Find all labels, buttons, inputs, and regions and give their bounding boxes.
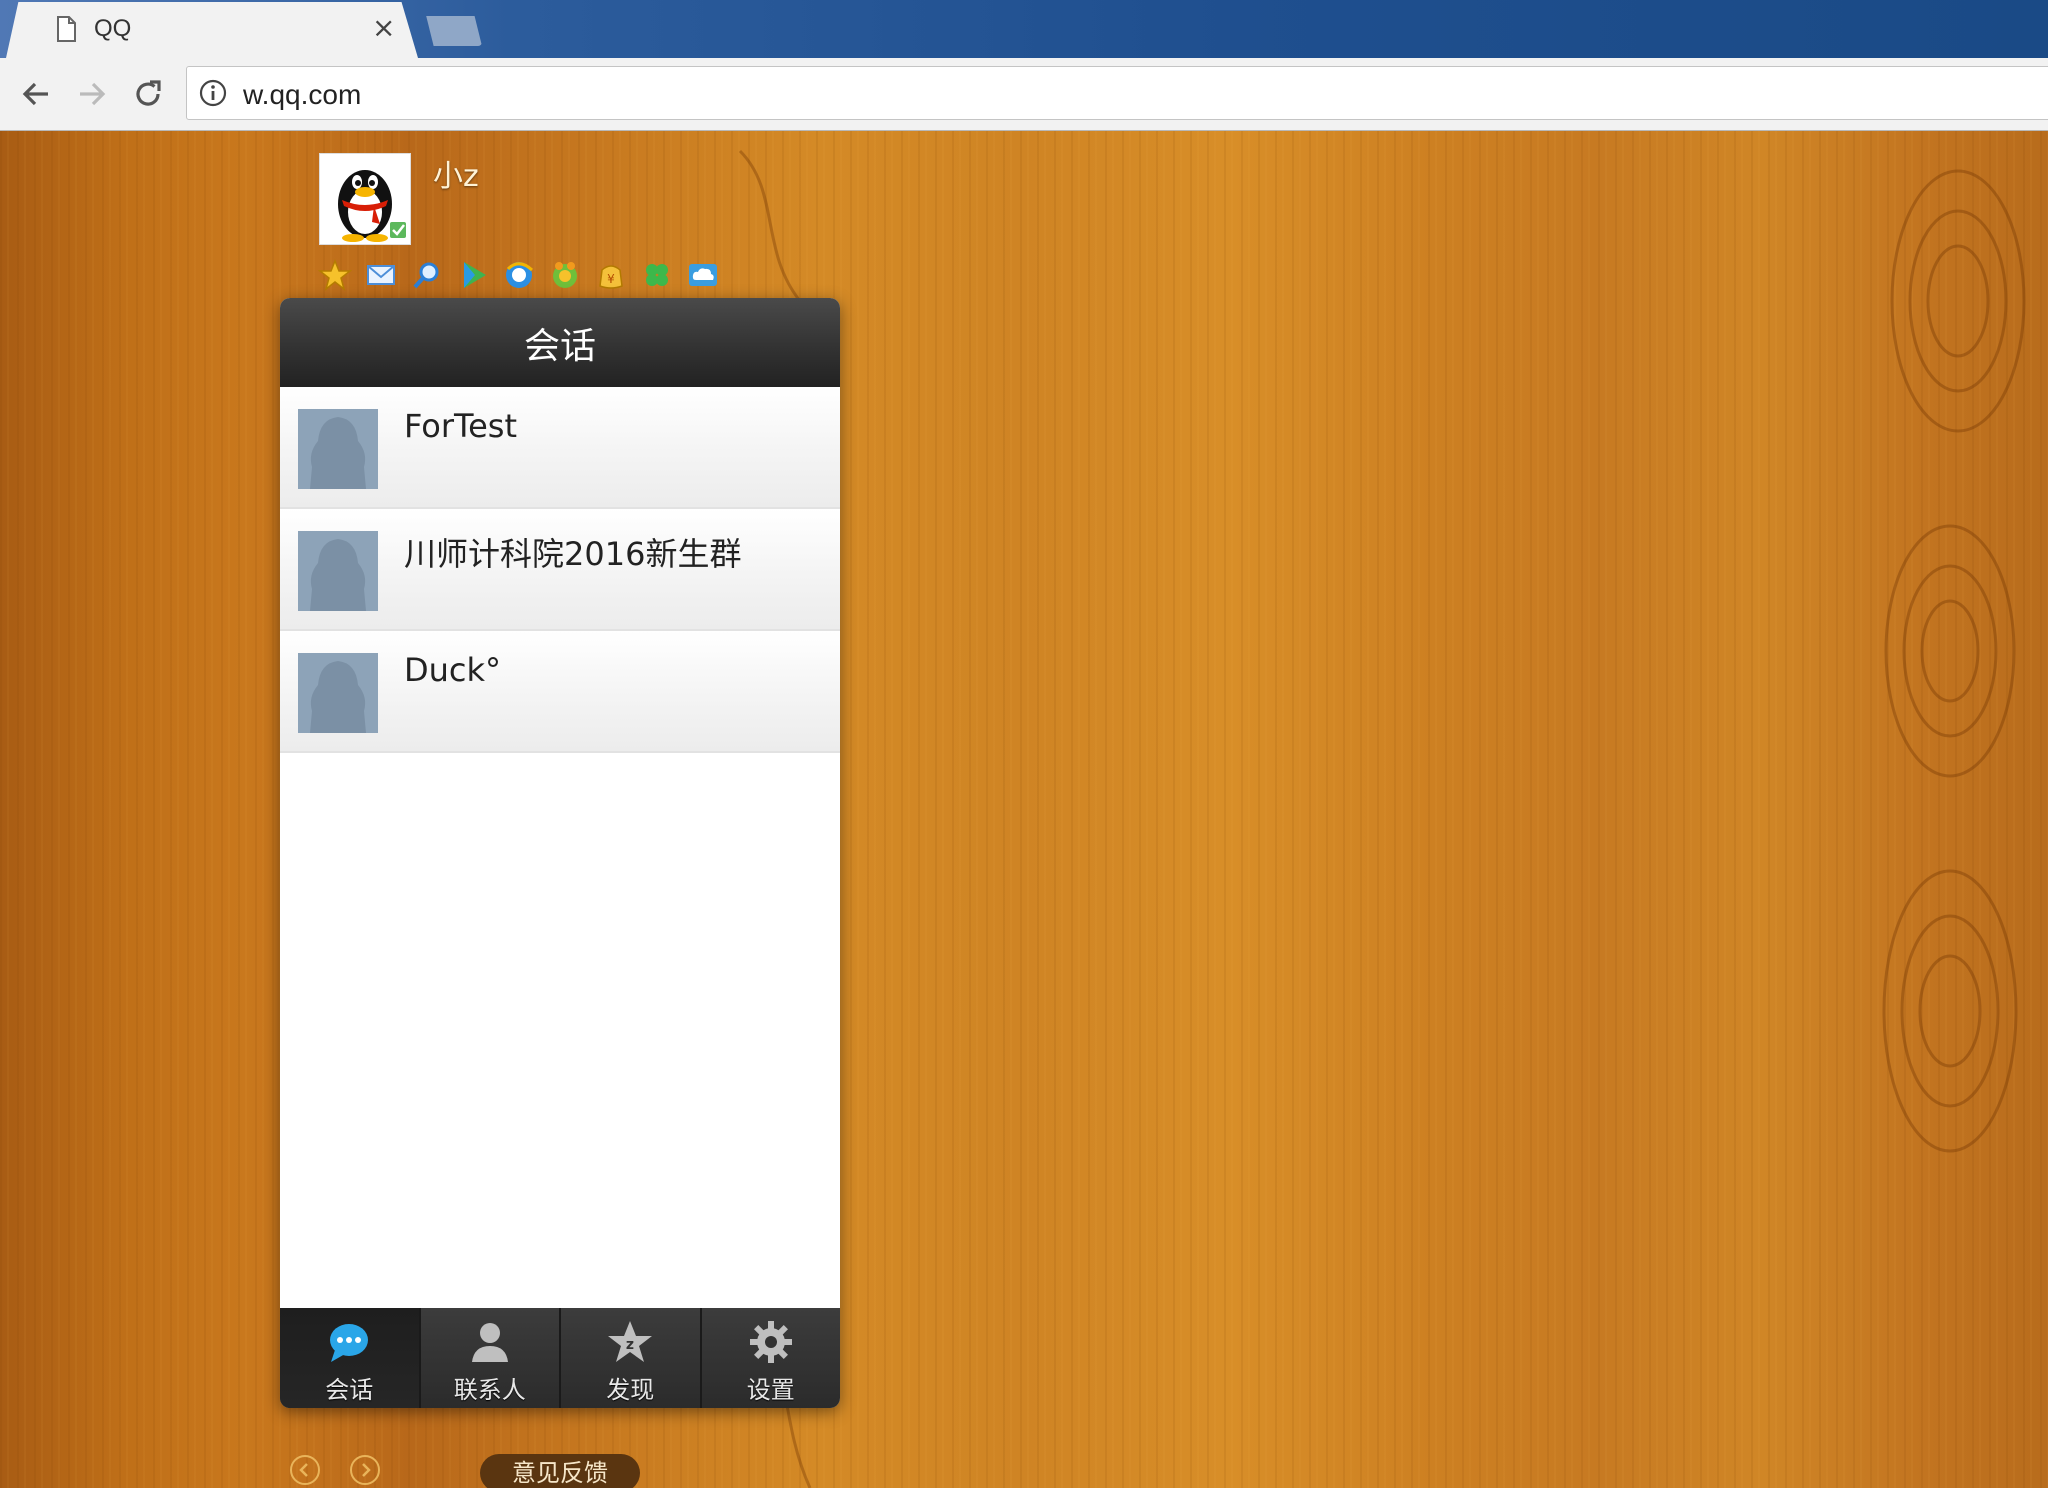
wallet-icon[interactable]: ¥	[594, 258, 628, 292]
page-background: 小z ¥ 会话 ForTest 川师计科院2016新生群 Duck° 会话 联系…	[0, 131, 2048, 1488]
conversation-item[interactable]: Duck°	[280, 631, 840, 753]
tab-settings[interactable]: 设置	[702, 1308, 841, 1408]
conversation-name: 川师计科院2016新生群	[404, 535, 742, 573]
chevron-left-icon	[299, 1463, 308, 1477]
tab-label: 联系人	[453, 1376, 526, 1404]
discover-icon: z	[608, 1321, 653, 1362]
svg-text:z: z	[626, 1337, 634, 1353]
cloud-icon[interactable]	[686, 258, 720, 292]
next-button[interactable]	[350, 1455, 380, 1485]
default-avatar-icon	[298, 653, 378, 733]
prev-button[interactable]	[290, 1455, 320, 1485]
user-nickname: 小z	[433, 159, 479, 194]
panel-title: 会话	[523, 325, 596, 367]
tab-discover[interactable]: z 发现	[561, 1308, 702, 1408]
qq-panel: 会话 ForTest 川师计科院2016新生群 Duck° 会话 联系人 z 发…	[280, 298, 840, 1408]
browser-toolbar: w.qq.com	[0, 58, 2048, 132]
tab-label: 发现	[606, 1376, 655, 1404]
tab-label: 会话	[325, 1376, 374, 1404]
svg-text:¥: ¥	[607, 272, 615, 286]
chevron-right-icon	[362, 1463, 371, 1477]
info-icon[interactable]	[199, 79, 227, 107]
tab-title: QQ	[94, 15, 132, 42]
default-avatar-icon	[298, 409, 378, 489]
conversation-name: Duck°	[404, 651, 502, 689]
new-tab-button[interactable]	[426, 16, 482, 46]
app-icon-bar: ¥	[318, 258, 720, 292]
mail-icon[interactable]	[364, 258, 398, 292]
bottom-nav: 会话 联系人 z 发现 设置	[280, 1308, 840, 1408]
browser-icon[interactable]	[502, 258, 536, 292]
search-icon[interactable]	[410, 258, 444, 292]
default-avatar-icon	[298, 531, 378, 611]
page-icon	[57, 16, 76, 42]
game-icon[interactable]	[548, 258, 582, 292]
conversation-item[interactable]: ForTest	[280, 387, 840, 509]
conversation-item[interactable]: 川师计科院2016新生群	[280, 509, 840, 631]
reload-icon	[136, 80, 161, 106]
url-text[interactable]: w.qq.com	[243, 79, 361, 111]
chat-icon	[330, 1324, 369, 1362]
video-play-icon[interactable]	[456, 258, 490, 292]
arrow-right-icon	[80, 82, 106, 106]
conversation-list: ForTest 川师计科院2016新生群 Duck°	[280, 387, 840, 753]
clover-icon[interactable]	[640, 258, 674, 292]
close-tab-icon[interactable]: ×	[372, 14, 395, 42]
contact-icon	[471, 1323, 508, 1362]
conversation-name: ForTest	[404, 407, 518, 445]
star-icon[interactable]	[318, 258, 352, 292]
address-bar[interactable]: w.qq.com	[186, 66, 2048, 120]
arrow-left-icon	[22, 82, 48, 106]
tab-conversations[interactable]: 会话	[280, 1308, 421, 1408]
panel-header: 会话	[280, 298, 840, 387]
feedback-button[interactable]: 意见反馈	[480, 1454, 640, 1488]
tab-label: 设置	[746, 1376, 795, 1404]
reload-button[interactable]	[126, 72, 170, 116]
user-avatar[interactable]	[319, 153, 411, 245]
back-button[interactable]	[14, 72, 58, 116]
gear-icon	[749, 1321, 792, 1363]
qq-penguin-icon	[338, 170, 406, 242]
tab-contacts[interactable]: 联系人	[421, 1308, 561, 1408]
browser-tab-strip: QQ ×	[0, 0, 2048, 58]
browser-tab[interactable]: QQ ×	[6, 2, 418, 58]
forward-button[interactable]	[70, 72, 114, 116]
